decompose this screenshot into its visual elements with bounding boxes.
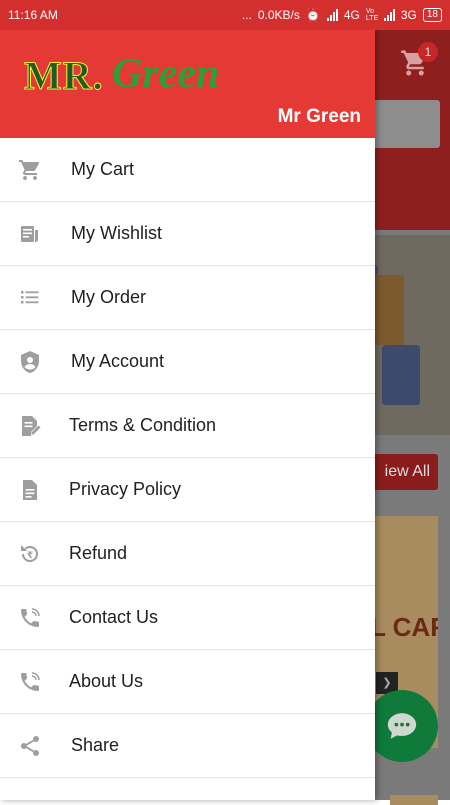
- svg-text:₹: ₹: [27, 551, 33, 561]
- share-icon: [21, 735, 39, 756]
- menu-item-my-order[interactable]: My Order: [0, 266, 375, 330]
- user-name: Mr Green: [277, 106, 361, 127]
- chat-icon: [387, 713, 417, 739]
- menu-label-share: Share: [71, 735, 120, 755]
- status-dots: ...: [241, 8, 252, 22]
- logo-mr: MR.: [24, 53, 104, 99]
- menu-label-terms-condition: Terms & Condition: [69, 415, 217, 435]
- refund-icon: ₹: [21, 544, 38, 562]
- background-cart-icon[interactable]: 1: [398, 42, 438, 78]
- menu-item-privacy-policy[interactable]: Privacy Policy: [0, 458, 375, 522]
- menu-item-my-account[interactable]: My Account: [0, 330, 375, 394]
- volte-label: Vo LTE: [365, 8, 379, 22]
- phone-icon: [21, 607, 40, 627]
- signal-icon: [326, 9, 338, 21]
- menu-item-refund[interactable]: ₹ Refund: [0, 522, 375, 586]
- menu-label-about-us: About Us: [69, 671, 144, 691]
- app-logo: MR. Green: [24, 51, 220, 99]
- account-shield-icon: [21, 350, 39, 373]
- status-indicators: ... 0.0KB/s ⏰ 4G Vo LTE 3G 18: [242, 8, 442, 22]
- signal-icon-2: [383, 9, 395, 21]
- status-time: 11:16 AM: [8, 8, 58, 22]
- menu-item-contact-us[interactable]: Contact Us: [0, 586, 375, 650]
- menu-item-terms-condition[interactable]: Terms & Condition: [0, 394, 375, 458]
- network-type-1: 4G: [343, 8, 360, 22]
- menu-item-about-us[interactable]: About Us: [0, 650, 375, 714]
- background-card-text: L CARE: [370, 612, 438, 642]
- list-icon: [21, 290, 39, 303]
- menu-label-my-order: My Order: [71, 287, 147, 307]
- wishlist-icon: [21, 225, 38, 242]
- phone-icon: [21, 671, 40, 691]
- menu-label-my-cart: My Cart: [71, 159, 134, 179]
- logo-green: Green: [112, 51, 220, 97]
- drawer-header: MR. Green Mr Green: [0, 30, 375, 138]
- battery-indicator: 18: [422, 8, 442, 22]
- document-icon: [23, 479, 37, 500]
- menu-item-share[interactable]: Share: [0, 714, 375, 778]
- cart-badge: 1: [418, 42, 438, 62]
- network-speed: 0.0KB/s: [257, 8, 300, 22]
- cart-icon: [19, 159, 40, 180]
- menu-label-refund: Refund: [69, 543, 128, 563]
- chat-fab[interactable]: [366, 690, 438, 762]
- navigation-drawer: MR. Green Mr Green My Cart My Wishlist M…: [0, 30, 375, 800]
- alarm-icon: ⏰: [305, 8, 321, 22]
- menu-label-privacy-policy: Privacy Policy: [69, 479, 182, 499]
- document-edit-icon: [22, 415, 41, 436]
- menu-label-contact-us: Contact Us: [69, 607, 159, 627]
- status-bar: 11:16 AM ... 0.0KB/s ⏰ 4G Vo LTE 3G 18: [0, 0, 450, 30]
- drawer-menu: My Cart My Wishlist My Order My Account …: [0, 138, 375, 778]
- background-product-card-2: [390, 795, 438, 805]
- menu-label-my-account: My Account: [71, 351, 165, 371]
- menu-label-my-wishlist: My Wishlist: [71, 223, 162, 243]
- menu-item-my-cart[interactable]: My Cart: [0, 138, 375, 202]
- menu-item-my-wishlist[interactable]: My Wishlist: [0, 202, 375, 266]
- network-type-2: 3G: [400, 8, 417, 22]
